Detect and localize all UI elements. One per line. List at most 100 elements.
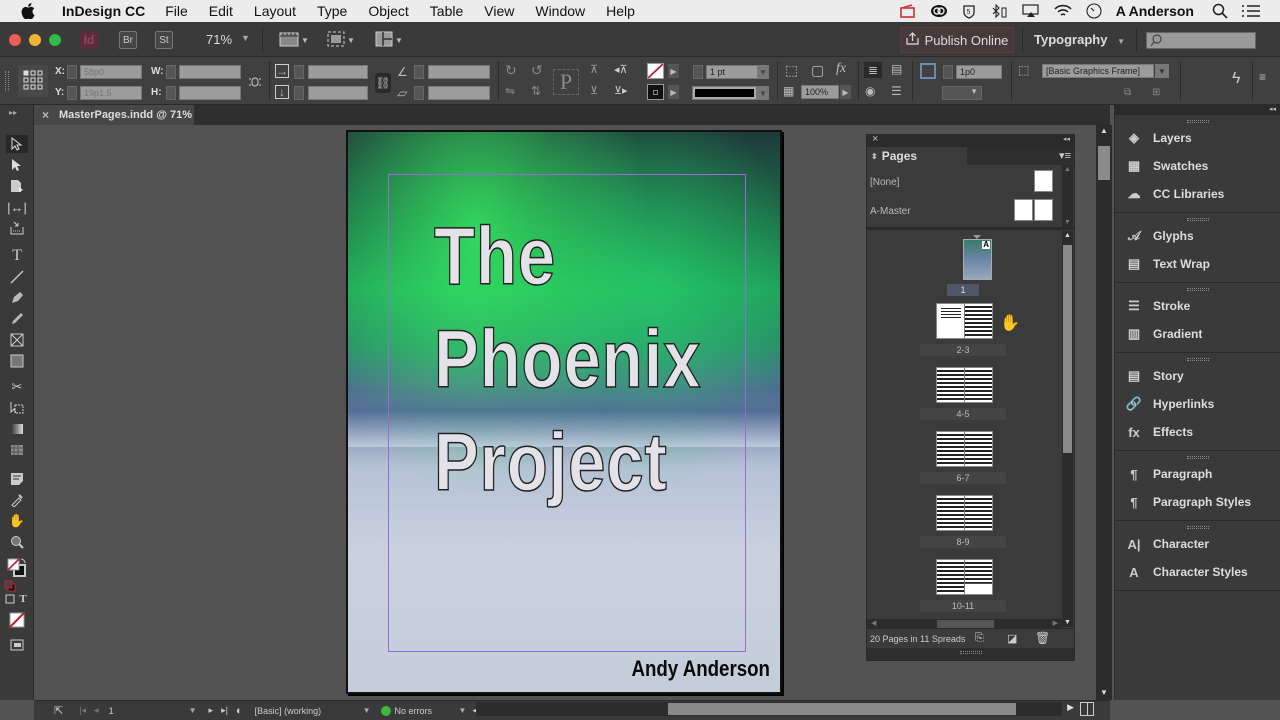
- rotation-angle-field[interactable]: [428, 65, 490, 79]
- page-number-dropdown-icon[interactable]: ▼: [189, 706, 197, 715]
- reference-point-button[interactable]: [18, 65, 48, 97]
- zoom-dropdown-icon[interactable]: ▼: [241, 33, 250, 43]
- master-a[interactable]: A-Master: [870, 206, 911, 217]
- fill-stroke-swatch-icon[interactable]: [6, 557, 28, 579]
- x-position-field[interactable]: 58p0: [80, 65, 142, 79]
- formatting-text-icon[interactable]: T: [17, 593, 29, 605]
- collapse-dock-icon[interactable]: ◂◂: [1269, 105, 1276, 113]
- apply-none-icon[interactable]: [6, 611, 28, 629]
- canvas-vscroll-thumb[interactable]: [1098, 146, 1110, 180]
- note-tool-icon[interactable]: [6, 470, 28, 488]
- dock-group-grip[interactable]: [1187, 120, 1209, 123]
- adobe-notification-icon[interactable]: [899, 4, 916, 18]
- dock-group-grip[interactable]: [1187, 456, 1209, 459]
- spread-1[interactable]: A 1: [867, 235, 1061, 299]
- document-tab[interactable]: × MasterPages.indd @ 71%: [34, 105, 194, 125]
- cover-title-line-1[interactable]: The: [433, 215, 556, 299]
- page-number-field[interactable]: 1: [109, 706, 189, 716]
- spread-8-9[interactable]: 8-9: [867, 495, 1061, 559]
- stroke-type-dropdown-icon[interactable]: ▼: [757, 86, 769, 100]
- dock-item-text-wrap[interactable]: ▤ Text Wrap: [1125, 253, 1210, 275]
- menu-help[interactable]: Help: [606, 3, 635, 19]
- preflight-menu-icon[interactable]: ▼: [459, 706, 467, 715]
- open-in-window-icon[interactable]: ⇱: [54, 704, 63, 717]
- cover-title-line-2[interactable]: Phoenix: [433, 318, 701, 402]
- minimize-window-button[interactable]: [29, 34, 41, 46]
- fill-swatch[interactable]: [647, 63, 664, 79]
- line-tool-icon[interactable]: [6, 268, 28, 286]
- object-style-select[interactable]: [Basic Graphics Frame]: [1042, 64, 1154, 78]
- preflight-profile[interactable]: [Basic] (working): [255, 706, 363, 716]
- menu-edit[interactable]: Edit: [209, 3, 233, 19]
- content-collector-tool-icon[interactable]: [6, 219, 28, 237]
- formatting-container-icon[interactable]: [4, 593, 16, 605]
- stroke-menu-icon[interactable]: ▶: [668, 85, 679, 99]
- bluetooth-battery-icon[interactable]: [990, 3, 1008, 19]
- spread-4-5-thumbnail[interactable]: [936, 367, 993, 403]
- shear-angle-field[interactable]: [428, 86, 490, 100]
- master-none-thumbnail[interactable]: [1034, 170, 1053, 192]
- previous-page-icon[interactable]: ◂: [94, 705, 99, 716]
- preflight-errors[interactable]: No errors: [395, 706, 459, 716]
- cover-title-line-3[interactable]: Project: [433, 421, 668, 505]
- opacity-menu-icon[interactable]: ▶: [840, 85, 851, 99]
- offset-stepper[interactable]: [943, 65, 953, 79]
- object-effects-icon[interactable]: ▢: [811, 62, 824, 79]
- pages-tab[interactable]: ⬍ Pages: [867, 147, 967, 165]
- collapse-tools-icon[interactable]: ▸▸: [2, 105, 24, 119]
- dock-group-grip[interactable]: [1187, 288, 1209, 291]
- stock-button[interactable]: St: [155, 31, 173, 49]
- adobe-stock-search-input[interactable]: [1146, 32, 1256, 49]
- canvas-horizontal-scrollbar[interactable]: ▶: [476, 702, 1074, 716]
- spread-8-9-thumbnail[interactable]: [936, 495, 993, 531]
- page-tool-icon[interactable]: [6, 177, 28, 195]
- user-name[interactable]: A Anderson: [1116, 3, 1194, 19]
- rotation-stepper[interactable]: [414, 65, 424, 79]
- dock-item-character-styles[interactable]: A Character Styles: [1125, 561, 1247, 583]
- shield-icon[interactable]: 5: [962, 4, 976, 19]
- new-page-icon[interactable]: ◪: [1007, 632, 1017, 645]
- clear-non-defined-attrs-icon[interactable]: ⊞: [1152, 87, 1160, 98]
- constrain-proportions-icon[interactable]: [247, 74, 263, 90]
- shear-stepper[interactable]: [414, 86, 424, 100]
- fx-icon[interactable]: fx: [836, 61, 846, 77]
- menu-file[interactable]: File: [165, 3, 188, 19]
- rectangle-frame-tool-icon[interactable]: [6, 331, 28, 349]
- menu-type[interactable]: Type: [317, 3, 347, 19]
- frame-offset-field[interactable]: 1p0: [956, 65, 1002, 79]
- pencil-tool-icon[interactable]: [6, 310, 28, 328]
- rectangle-tool-icon[interactable]: [6, 352, 28, 370]
- x-stepper[interactable]: [67, 65, 77, 79]
- delete-page-icon[interactable]: 🗑: [1035, 631, 1050, 645]
- close-panel-icon[interactable]: ×: [872, 133, 878, 145]
- close-document-icon[interactable]: ×: [42, 108, 49, 122]
- last-page-icon[interactable]: ▸|: [221, 705, 228, 716]
- document-page[interactable]: The Phoenix Project Andy Anderson: [346, 130, 782, 694]
- panel-grip[interactable]: [5, 71, 9, 91]
- arrange-documents-button[interactable]: ▼: [375, 31, 403, 50]
- master-a-right-thumbnail[interactable]: [1034, 199, 1053, 221]
- menu-view[interactable]: View: [484, 3, 514, 19]
- object-style-dropdown-icon[interactable]: ▼: [1155, 64, 1169, 78]
- dock-item-gradient[interactable]: ▥ Gradient: [1125, 323, 1203, 345]
- w-stepper[interactable]: [166, 65, 176, 79]
- select-previous-object-icon[interactable]: ◂⊼: [614, 63, 628, 76]
- spreads-scrollbar[interactable]: ▲ ▼: [1062, 231, 1073, 627]
- master-a-left-thumbnail[interactable]: [1014, 199, 1033, 221]
- preflight-icon[interactable]: ◐: [236, 705, 243, 717]
- apple-menu-icon[interactable]: [20, 3, 36, 19]
- spread-4-5[interactable]: 4-5: [867, 367, 1061, 431]
- jump-object-icon[interactable]: ☰: [891, 84, 902, 98]
- workspace-switcher[interactable]: Typography ▼: [1034, 32, 1125, 47]
- canvas-hscroll-thumb[interactable]: [668, 703, 1016, 715]
- quick-apply-icon[interactable]: ϟ: [1232, 70, 1240, 88]
- constrain-scale-link-icon[interactable]: ⛓: [375, 73, 391, 93]
- control-panel-menu-icon[interactable]: ≡: [1259, 70, 1266, 84]
- screen-mode-tool-icon[interactable]: [6, 636, 28, 654]
- frame-fitting-icon[interactable]: [920, 63, 936, 79]
- dock-item-stroke[interactable]: ☰ Stroke: [1125, 295, 1190, 317]
- scale-x-stepper[interactable]: [294, 65, 304, 79]
- gradient-swatch-tool-icon[interactable]: [6, 420, 28, 438]
- opacity-field[interactable]: 100%: [801, 85, 839, 99]
- canvas-vertical-scrollbar[interactable]: ▲ ▼: [1096, 125, 1112, 700]
